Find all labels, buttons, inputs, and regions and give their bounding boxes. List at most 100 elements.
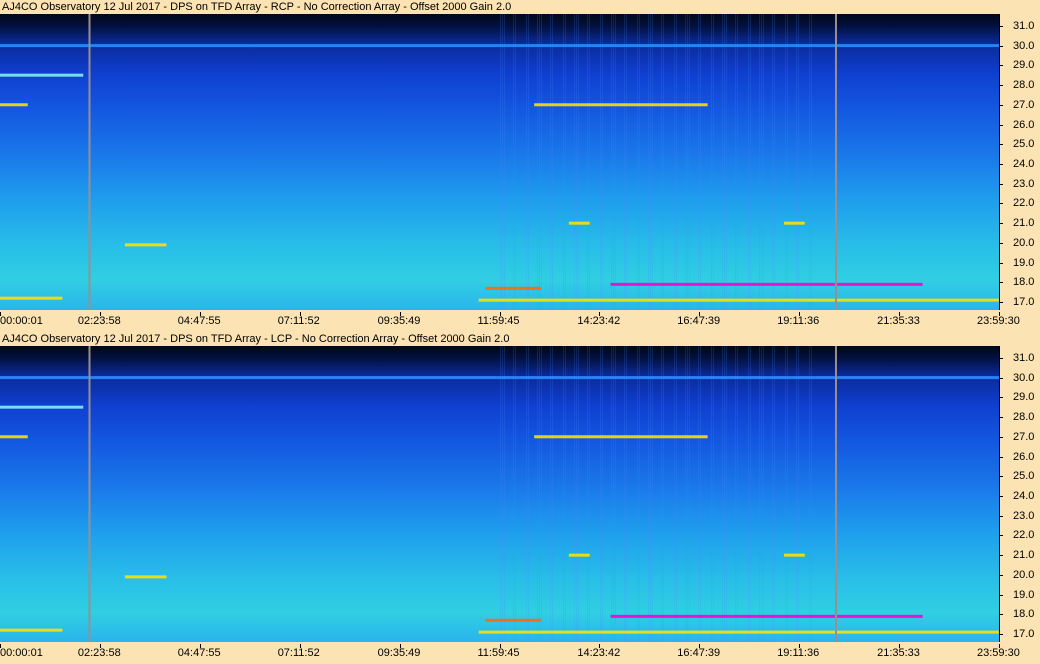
spectrogram-streak <box>552 346 553 642</box>
spectrogram-streak <box>763 346 764 642</box>
spectrogram-streak <box>774 346 775 642</box>
spectrogram-streak <box>772 346 773 642</box>
panel-title-lcp: AJ4CO Observatory 12 Jul 2017 - DPS on T… <box>2 333 510 345</box>
spectrogram-streak <box>700 14 701 310</box>
spectrogram-streak <box>589 14 590 310</box>
spectrogram-streak <box>611 346 612 642</box>
spectrogram-streak <box>689 14 690 310</box>
time-tick-label: 04:47:55 <box>177 647 221 659</box>
spectrogram-streak <box>726 346 727 642</box>
spectrogram-streak <box>724 14 725 310</box>
time-marker-line <box>88 346 91 642</box>
spectrogram-streak <box>711 14 712 310</box>
emission-band <box>0 44 999 48</box>
time-tick-label: 14:23:42 <box>577 315 621 327</box>
spectrogram-streak <box>600 14 601 310</box>
spectrogram-streak <box>652 14 653 310</box>
time-tick-label: 14:23:42 <box>577 647 621 659</box>
spectrogram-streak <box>785 346 786 642</box>
spectrogram-streak <box>687 14 688 310</box>
spectrogram-streak <box>774 14 775 310</box>
frequency-tick-label: 28.0 <box>998 79 1034 91</box>
emission-band <box>783 553 805 557</box>
spectrogram-streak <box>550 346 551 642</box>
emission-band <box>0 103 28 107</box>
spectrogram-streak <box>648 346 649 642</box>
spectrogram-streak <box>809 346 810 642</box>
spectrogram-lcp-marks <box>0 346 999 642</box>
spectrogram-streak <box>663 346 664 642</box>
time-tick-label: 23:59:30 <box>977 315 1020 327</box>
spectrogram-streak <box>611 14 612 310</box>
panel-title-rcp: AJ4CO Observatory 12 Jul 2017 - DPS on T… <box>2 1 512 13</box>
emission-band <box>0 73 84 77</box>
frequency-tick-label: 19.0 <box>998 257 1034 269</box>
time-marker-line <box>834 14 837 310</box>
spectrogram-rcp-marks <box>0 14 999 310</box>
spectrogram-streak <box>613 14 614 310</box>
spectrogram-streak <box>626 14 627 310</box>
spectrogram-streak <box>624 14 625 310</box>
time-tick-label: 07:11:52 <box>277 647 320 659</box>
spectrogram-streak <box>500 14 501 310</box>
spectrogram-streak <box>563 14 564 310</box>
spectrogram-streak <box>685 14 686 310</box>
spectrogram-streak <box>504 14 505 310</box>
time-tick-label: 02:23:58 <box>77 647 121 659</box>
spectrogram-streak <box>722 14 723 310</box>
frequency-tick-label: 17.0 <box>998 628 1034 640</box>
spectrogram-streak <box>676 14 677 310</box>
time-tick-label: 21:35:33 <box>877 647 920 659</box>
spectrogram-streak <box>761 14 762 310</box>
emission-band <box>568 221 590 225</box>
frequency-tick-label: 20.0 <box>998 237 1034 249</box>
frequency-tick-label: 17.0 <box>998 296 1034 308</box>
spectrogram-streak <box>652 346 653 642</box>
frequency-tick-label: 29.0 <box>998 59 1034 71</box>
spectrogram-streak <box>676 346 677 642</box>
frequency-tick-label: 24.0 <box>998 158 1034 170</box>
time-tick-label: 11:59:45 <box>477 315 520 327</box>
spectrogram-streak <box>541 14 542 310</box>
spectrogram-streak <box>513 346 514 642</box>
spectrogram-streak <box>526 346 527 642</box>
spectrogram-streak <box>796 346 797 642</box>
frequency-tick-label: 18.0 <box>998 276 1034 288</box>
emission-band <box>534 435 708 439</box>
frequency-tick-label: 21.0 <box>998 549 1034 561</box>
spectrogram-streak <box>787 346 788 642</box>
spectrogram-streak <box>685 346 686 642</box>
emission-band <box>0 376 999 380</box>
spectrogram-streak <box>600 346 601 642</box>
spectrogram-streak <box>515 346 516 642</box>
spectrogram-streak <box>772 14 773 310</box>
emission-band <box>485 286 542 290</box>
emission-band <box>0 405 84 409</box>
spectrogram-lcp <box>0 346 999 642</box>
frequency-tick-label: 21.0 <box>998 217 1034 229</box>
spectrogram-streak <box>689 346 690 642</box>
spectrogram-streak <box>565 14 566 310</box>
spectrogram-streak <box>574 346 575 642</box>
spectrogram-streak <box>650 346 651 642</box>
spectrogram-streak <box>748 346 749 642</box>
spectrogram-streak <box>602 346 603 642</box>
spectrogram-streak <box>504 346 505 642</box>
spectrogram-streak <box>637 346 638 642</box>
frequency-tick-label: 30.0 <box>998 372 1034 384</box>
frequency-axis-lcp: 31.0 30.0 29.0 28.0 27.0 26.0 25.0 24.0 23.0 22.0… <box>998 346 1040 642</box>
spectrogram-streak <box>541 346 542 642</box>
time-tick-label: 19:11:36 <box>777 647 820 659</box>
emission-band <box>124 575 167 579</box>
frequency-tick-label: 25.0 <box>998 138 1034 150</box>
spectrogram-streak <box>809 14 810 310</box>
spectrogram-streak <box>713 14 714 310</box>
frequency-tick-label: 31.0 <box>998 20 1034 32</box>
time-tick-label: 04:47:55 <box>177 315 221 327</box>
emission-band <box>124 243 167 247</box>
time-axis-rcp: 00:00:01 02:23:58 04:47:55 07:11:52 09:35:49… <box>0 312 1040 332</box>
spectrogram-streak <box>624 346 625 642</box>
time-tick-label: 02:23:58 <box>77 315 121 327</box>
spectrogram-streak <box>587 346 588 642</box>
frequency-tick-label: 29.0 <box>998 391 1034 403</box>
